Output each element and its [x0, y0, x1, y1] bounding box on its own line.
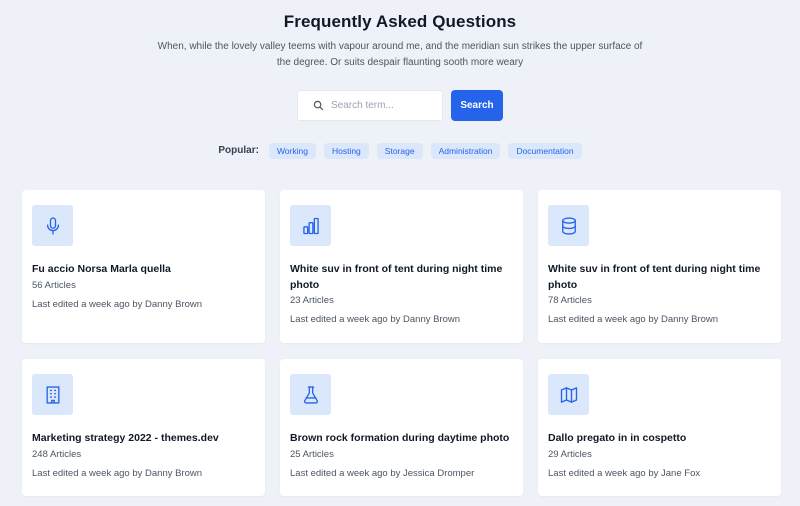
card-last-edited: Last edited a week ago by Jane Fox — [548, 467, 701, 479]
card-title: Dallo pregato in in cospetto — [548, 432, 687, 444]
category-card[interactable]: Brown rock formation during daytime phot… — [280, 359, 523, 496]
card-title: White suv in front of tent during night … — [290, 263, 503, 291]
card-last-edited: Last edited a week ago by Jessica Drompe… — [290, 467, 475, 479]
tag-documentation[interactable]: Documentation — [508, 143, 582, 159]
search-field[interactable] — [297, 90, 443, 121]
category-card[interactable]: Fu accio Norsa Marla quella 56 Articles … — [22, 190, 265, 343]
category-card[interactable]: Marketing strategy 2022 - themes.dev 248… — [22, 359, 265, 496]
category-card[interactable]: White suv in front of tent during night … — [280, 190, 523, 343]
category-grid: Fu accio Norsa Marla quella 56 Articles … — [22, 190, 781, 496]
card-last-edited: Last edited a week ago by Danny Brown — [32, 298, 203, 310]
tag-administration[interactable]: Administration — [430, 143, 501, 159]
card-icon-container — [32, 205, 73, 246]
search-input[interactable] — [331, 100, 431, 111]
card-title: Marketing strategy 2022 - themes.dev — [32, 432, 219, 444]
faq-header: Frequently Asked Questions When, while t… — [0, 0, 800, 159]
card-article-count: 56 Articles — [32, 279, 76, 291]
category-card[interactable]: White suv in front of tent during night … — [538, 190, 781, 343]
card-article-count: 23 Articles — [290, 295, 334, 306]
card-icon-container — [290, 374, 331, 415]
page-title: Frequently Asked Questions — [283, 12, 517, 31]
microphone-icon — [46, 216, 59, 235]
card-title: Fu accio Norsa Marla quella — [32, 263, 171, 275]
card-title: White suv in front of tent during night … — [548, 263, 761, 291]
search-button[interactable]: Search — [451, 90, 503, 121]
map-icon — [560, 386, 577, 403]
building-icon — [46, 385, 59, 404]
card-article-count: 78 Articles — [548, 295, 592, 306]
flask-icon — [303, 385, 318, 404]
card-title: Brown rock formation during daytime phot… — [290, 432, 510, 444]
search-icon — [313, 100, 324, 111]
search-row: Search — [0, 90, 800, 121]
card-icon-container — [290, 205, 331, 246]
tag-storage[interactable]: Storage — [376, 143, 423, 159]
card-last-edited: Last edited a week ago by Danny Brown — [290, 314, 461, 325]
card-article-count: 25 Articles — [290, 448, 334, 460]
card-icon-container — [32, 374, 73, 415]
database-icon — [561, 216, 576, 235]
card-last-edited: Last edited a week ago by Danny Brown — [548, 314, 719, 325]
card-last-edited: Last edited a week ago by Danny Brown — [32, 467, 203, 479]
category-card[interactable]: Dallo pregato in in cospetto 29 Articles… — [538, 359, 781, 496]
card-icon-container — [548, 374, 589, 415]
tag-hosting[interactable]: Hosting — [323, 143, 369, 159]
bar-chart-icon — [302, 217, 319, 234]
popular-tags: Popular: Working Hosting Storage Adminis… — [0, 143, 800, 159]
tag-working[interactable]: Working — [268, 143, 316, 159]
card-article-count: 29 Articles — [548, 448, 592, 460]
card-article-count: 248 Articles — [32, 448, 82, 460]
page-subtitle: When, while the lovely valley teems with… — [157, 41, 643, 68]
card-icon-container — [548, 205, 589, 246]
popular-label: Popular: — [218, 144, 259, 156]
